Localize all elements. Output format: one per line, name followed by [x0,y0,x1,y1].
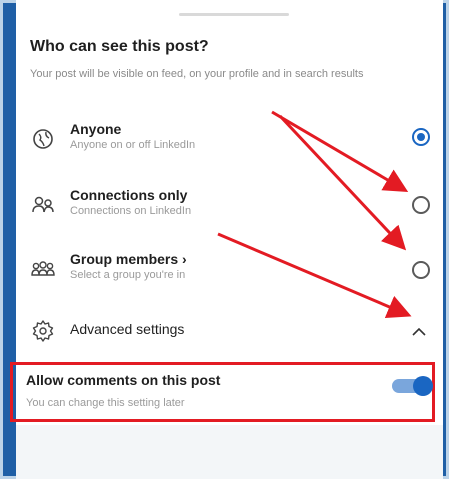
option-connections-desc: Connections on LinkedIn [70,205,192,217]
option-group-title: Group members › [70,251,187,267]
advanced-settings-label: Advanced settings [70,321,185,337]
option-connections-title: Connections only [70,187,188,203]
radio-anyone[interactable] [412,128,430,146]
option-connections-only[interactable]: Connections only Connections on LinkedIn [30,186,440,230]
gear-icon [30,318,56,344]
globe-icon [30,126,56,152]
sheet-subtitle: Your post will be visible on feed, on yo… [30,68,364,80]
annotation-highlight-box [10,362,435,422]
sheet-title: Who can see this post? [30,38,209,55]
sheet-bottom-area [16,425,443,479]
radio-connections-only[interactable] [412,196,430,214]
option-group-members[interactable]: Group members › Select a group you're in [30,250,440,294]
option-group-desc: Select a group you're in [70,269,186,281]
toggle-knob[interactable] [413,376,433,396]
radio-group-members[interactable] [412,261,430,279]
sheet-grab-handle[interactable] [179,13,289,16]
option-anyone-desc: Anyone on or off LinkedIn [70,139,196,151]
advanced-settings-row[interactable]: Advanced settings [30,312,440,356]
allow-comments-title: Allow comments on this post [26,372,221,388]
group-icon [30,256,56,282]
connections-icon [30,192,56,218]
option-anyone-title: Anyone [70,121,122,137]
option-anyone[interactable]: Anyone Anyone on or off LinkedIn [30,120,440,164]
allow-comments-desc: You can change this setting later [26,397,185,409]
chevron-up-icon[interactable] [412,324,426,339]
